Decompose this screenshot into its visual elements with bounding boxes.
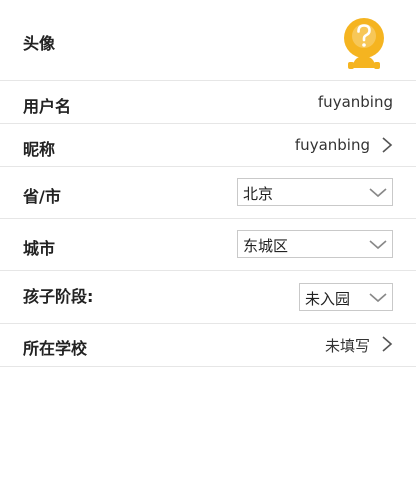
username-value: fuyanbing [317,93,393,111]
username-label: 用户名 [23,97,72,116]
province-select[interactable]: 北京 [237,178,393,206]
city-selected: 东城区 [243,237,289,255]
question-avatar-icon[interactable] [343,18,385,70]
nickname-value: fuyanbing [294,136,370,154]
child-stage-selected: 未入园 [305,290,351,308]
city-row: 城市 东城区 [0,219,416,271]
chevron-right-icon [382,137,393,153]
province-row: 省/市 北京 [0,167,416,219]
profile-list: 头像 用户名 fuyanbing 昵称 fuyanbing 省/市 北京 城市 … [0,0,416,367]
chevron-down-icon [369,293,387,303]
school-label: 所在学校 [23,339,88,358]
province-label: 省/市 [23,187,61,206]
chevron-down-icon [369,188,387,198]
child-stage-label: 孩子阶段: [23,287,94,306]
chevron-down-icon [369,240,387,250]
province-selected: 北京 [243,185,274,203]
avatar-label: 头像 [23,34,56,53]
child-stage-row: 孩子阶段: 未入园 [0,271,416,324]
school-row[interactable]: 所在学校 未填写 [0,324,416,367]
nickname-label: 昵称 [23,140,56,159]
avatar-row[interactable]: 头像 [0,0,416,81]
child-stage-select[interactable]: 未入园 [299,283,393,311]
nickname-row[interactable]: 昵称 fuyanbing [0,124,416,167]
username-row: 用户名 fuyanbing [0,81,416,124]
city-label: 城市 [23,239,56,258]
school-value: 未填写 [324,337,370,355]
city-select[interactable]: 东城区 [237,230,393,258]
chevron-right-icon [382,336,393,352]
